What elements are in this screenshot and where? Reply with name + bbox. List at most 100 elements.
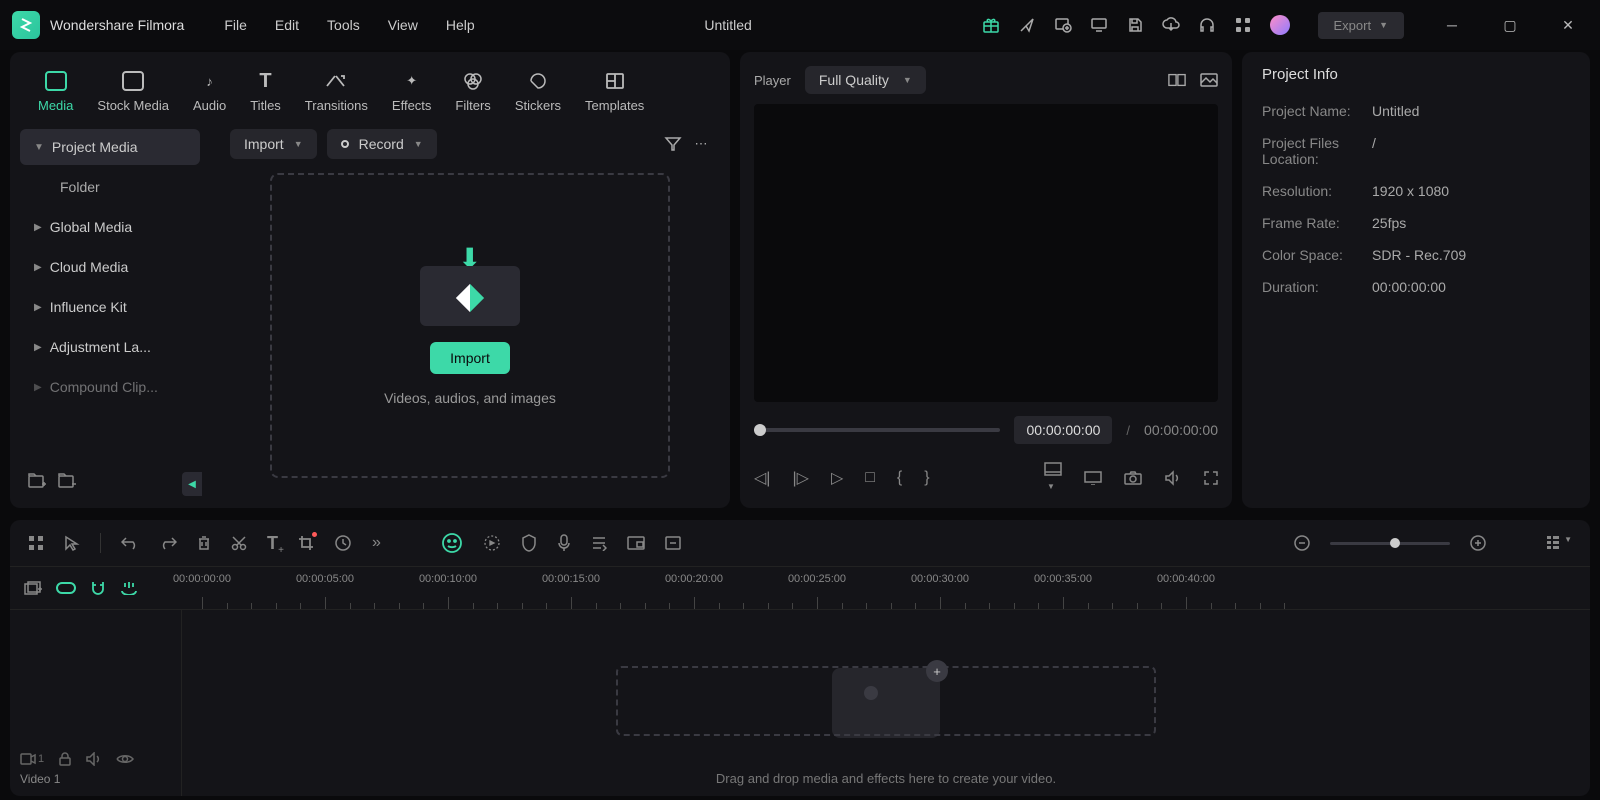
delete-icon[interactable] [197,535,211,551]
track-visibility-icon[interactable] [116,753,134,765]
redo-icon[interactable] [159,536,177,550]
close-button[interactable]: ✕ [1548,17,1588,34]
effects-wheel-icon[interactable] [483,534,501,552]
cast-icon[interactable] [1084,471,1102,485]
tab-titles[interactable]: TTitles [242,64,289,119]
current-timecode[interactable]: 00:00:00:00 [1014,416,1112,444]
cut-icon[interactable] [231,535,247,551]
menu-view[interactable]: View [388,17,418,33]
undo-icon[interactable] [121,536,139,550]
quality-dropdown[interactable]: Full Quality▼ [805,66,926,94]
auto-ripple-icon[interactable] [120,581,138,595]
more-tools-icon[interactable]: » [372,534,381,552]
zoom-thumb[interactable] [1390,538,1400,548]
magnet-icon[interactable] [90,581,106,595]
sidebar-global-media[interactable]: ▶Global Media [20,209,200,245]
import-button[interactable]: Import [430,342,510,374]
zoom-slider[interactable] [1330,542,1450,545]
record-dropdown[interactable]: Record▼ [327,129,437,159]
tab-filters[interactable]: Filters [447,64,498,119]
layout-toggle-icon[interactable] [1168,71,1186,89]
send-icon[interactable] [1018,16,1036,34]
track-display-icon[interactable]: ▼ [1546,535,1572,551]
menu-edit[interactable]: Edit [275,17,299,33]
delete-folder-icon[interactable] [58,472,78,490]
sidebar-compound-clip[interactable]: ▶Compound Clip... [20,369,200,405]
microphone-icon[interactable] [557,534,571,552]
tab-templates[interactable]: Templates [577,64,652,119]
next-frame-icon[interactable]: |▷ [792,468,808,488]
maximize-button[interactable]: ▢ [1490,17,1530,34]
preview-canvas[interactable] [754,104,1218,402]
tab-effects[interactable]: ✦Effects [384,64,440,119]
sidebar-cloud-media[interactable]: ▶Cloud Media [20,249,200,285]
info-colorspace-label: Color Space: [1262,247,1372,263]
user-avatar[interactable] [1270,15,1290,35]
snapshot-icon[interactable] [1124,471,1142,485]
picture-icon[interactable] [1200,71,1218,89]
zoom-out-icon[interactable] [1294,535,1310,551]
select-tool-icon[interactable] [64,535,80,551]
sidebar-influence-kit[interactable]: ▶Influence Kit [20,289,200,325]
tracks-area[interactable]: + Drag and drop media and effects here t… [182,610,1590,796]
link-icon[interactable] [56,582,76,594]
play-icon[interactable]: ▷ [831,468,843,488]
grid-icon[interactable] [28,535,44,551]
marker-icon[interactable] [627,536,645,550]
timeline-ruler[interactable]: 00:00:00:0000:00:05:0000:00:10:0000:00:1… [182,567,1590,609]
ruler-mark: 00:00:35:00 [1034,573,1092,585]
gift-icon[interactable] [982,16,1000,34]
collapse-sidebar-button[interactable]: ◀ [182,472,202,496]
ruler-mark: 00:00:30:00 [911,573,969,585]
filter-icon[interactable] [664,135,682,153]
tab-stickers[interactable]: Stickers [507,64,569,119]
image-plus-icon[interactable] [1054,16,1072,34]
text-tool-icon[interactable]: T+ [267,533,278,554]
track-mute-icon[interactable] [86,752,102,766]
menu-help[interactable]: Help [446,17,475,33]
minimize-button[interactable]: ─ [1432,17,1472,33]
track-lock-icon[interactable] [58,752,72,766]
import-dropdown[interactable]: Import▼ [230,129,317,159]
apps-grid-icon[interactable] [1234,16,1252,34]
screen-icon[interactable] [665,536,681,550]
export-button[interactable]: Export▼ [1318,12,1405,39]
tab-stock-media[interactable]: Stock Media [89,64,177,119]
shield-icon[interactable] [521,534,537,552]
track-label: Video 1 [20,772,171,786]
tab-media[interactable]: Media [30,64,81,119]
sidebar-adjustment-layer[interactable]: ▶Adjustment La... [20,329,200,365]
tab-transitions[interactable]: Transitions [297,64,376,119]
new-folder-icon[interactable] [28,472,48,490]
scrubber[interactable] [754,428,1000,432]
track-headers: 1 Video 1 [10,610,182,796]
video-track-icon[interactable]: 1 [20,753,44,765]
save-icon[interactable] [1126,16,1144,34]
keyframe-icon[interactable] [591,535,607,551]
mark-in-icon[interactable]: { [897,469,902,487]
info-name-value: Untitled [1372,103,1419,119]
volume-icon[interactable] [1164,470,1182,486]
import-dropzone[interactable]: ⬇ Import Videos, audios, and images [270,173,670,478]
headphones-icon[interactable] [1198,16,1216,34]
crop-icon[interactable] [298,535,314,551]
info-panel: Project Info Project Name:Untitled Proje… [1242,52,1590,508]
prev-frame-icon[interactable]: ◁| [754,468,770,488]
cloud-download-icon[interactable] [1162,16,1180,34]
sidebar-folder[interactable]: Folder [20,169,200,205]
fullscreen-icon[interactable] [1204,471,1218,485]
more-options-icon[interactable]: ⋯ [692,135,710,153]
aspect-icon[interactable]: ▼ [1044,462,1062,494]
zoom-in-icon[interactable] [1470,535,1486,551]
menu-tools[interactable]: Tools [327,17,360,33]
menu-file[interactable]: File [224,17,247,33]
scrubber-thumb[interactable] [754,424,766,436]
monitor-icon[interactable] [1090,16,1108,34]
tab-audio[interactable]: ♪Audio [185,64,234,119]
mark-out-icon[interactable]: } [924,469,929,487]
ai-face-icon[interactable] [441,532,463,554]
speed-icon[interactable] [334,534,352,552]
sidebar-project-media[interactable]: ▼Project Media [20,129,200,165]
add-track-icon[interactable] [24,581,42,595]
stop-icon[interactable]: □ [865,469,875,487]
